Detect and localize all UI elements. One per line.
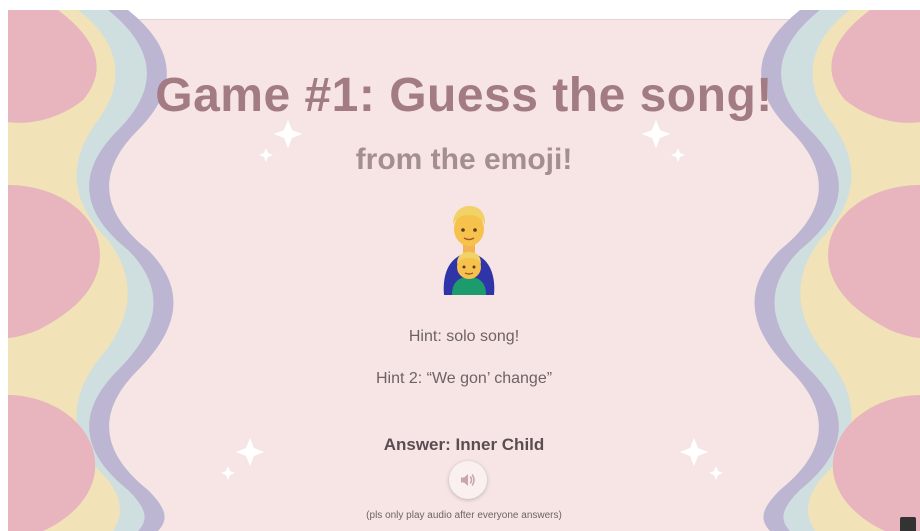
slide-title: Game #1: Guess the song! [155, 69, 773, 122]
hint-one: Hint: solo song! [408, 328, 520, 345]
man-and-boy-emoji-icon [443, 206, 495, 295]
slide-subtitle: from the emoji! [355, 143, 573, 176]
expand-icon[interactable] [900, 517, 916, 531]
game-slide: Game #1: Guess the song! from the emoji!… [8, 10, 920, 531]
answer-text: Answer: Inner Child [383, 435, 545, 454]
audio-note: (pls only play audio after everyone answ… [366, 510, 562, 521]
play-audio-button[interactable] [449, 461, 487, 499]
top-toolbar-strip [124, 10, 814, 20]
hint-two: Hint 2: “We gon’ change” [375, 370, 553, 387]
speaker-icon [461, 474, 475, 486]
